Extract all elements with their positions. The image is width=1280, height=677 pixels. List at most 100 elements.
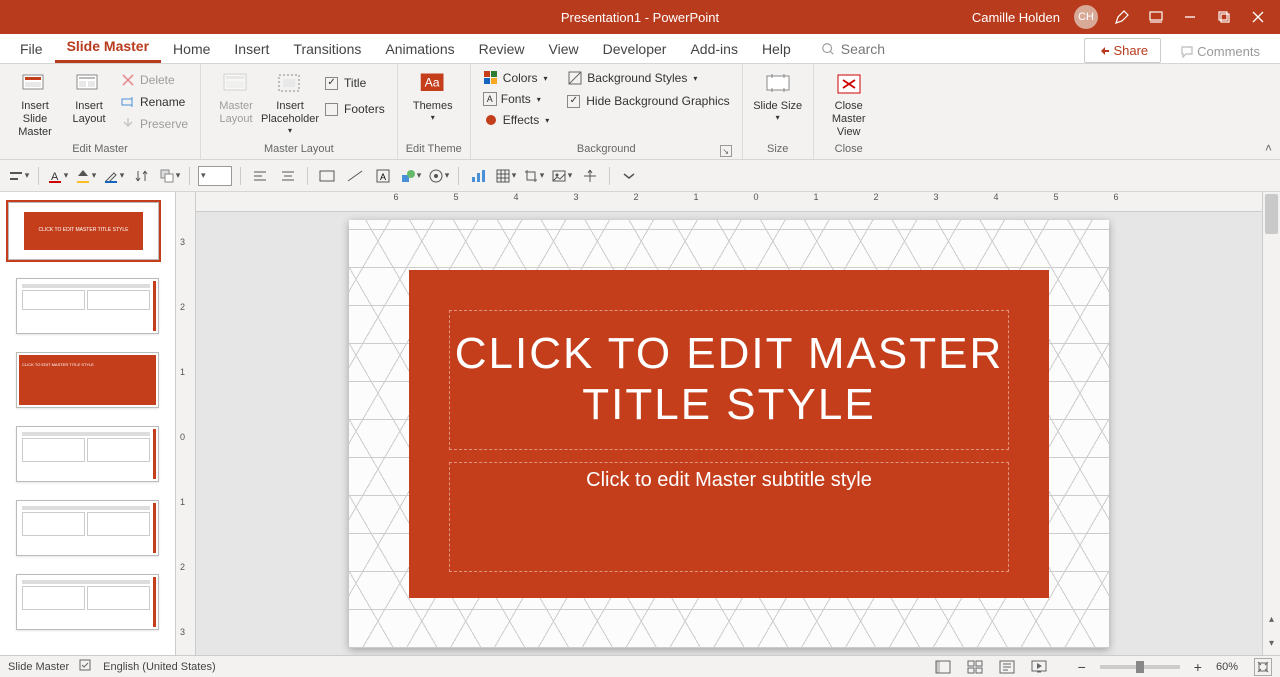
tab-transitions[interactable]: Transitions (281, 35, 373, 63)
tab-review[interactable]: Review (467, 35, 537, 63)
comments-button[interactable]: Comments (1169, 40, 1272, 63)
shapes-button[interactable] (400, 165, 422, 187)
zoom-in-button[interactable]: + (1194, 659, 1202, 675)
more-commands-button[interactable] (618, 165, 640, 187)
font-color-button[interactable]: A (47, 165, 69, 187)
title-placeholder[interactable]: Click to edit Master title style (449, 310, 1009, 450)
arrange-button[interactable] (159, 165, 181, 187)
slide-sorter-button[interactable] (964, 658, 986, 676)
slideshow-button[interactable] (1028, 658, 1050, 676)
minimize-button[interactable] (1180, 7, 1200, 27)
crop-button[interactable] (523, 165, 545, 187)
normal-view-button[interactable] (932, 658, 954, 676)
group-edit-theme: Aa Themes▾ Edit Theme (398, 64, 471, 159)
text-box-button[interactable]: A (372, 165, 394, 187)
align-left-button[interactable] (249, 165, 271, 187)
zoom-level[interactable]: 60% (1216, 661, 1238, 673)
background-styles-button[interactable]: Background Styles▾ (563, 68, 733, 88)
horizontal-ruler: 6 5 4 3 2 1 0 1 2 3 4 5 6 (196, 192, 1262, 212)
selection-pane-button[interactable] (579, 165, 601, 187)
vertical-scrollbar[interactable]: ▴ ▾ (1262, 192, 1280, 655)
scrollbar-thumb[interactable] (1265, 194, 1278, 234)
rename-button[interactable]: Rename (116, 92, 192, 112)
sort-button[interactable] (131, 165, 153, 187)
pen-icon[interactable] (1112, 7, 1132, 27)
line-shape-button[interactable] (344, 165, 366, 187)
zoom-slider[interactable] (1100, 665, 1180, 669)
tab-insert[interactable]: Insert (222, 35, 281, 63)
table-button[interactable] (495, 165, 517, 187)
fit-to-window-button[interactable] (1254, 658, 1272, 676)
ribbon: Insert Slide Master Insert Layout Delete… (0, 64, 1280, 160)
next-slide-button[interactable]: ▾ (1263, 631, 1280, 655)
colors-button[interactable]: Colors▾ (479, 68, 553, 88)
picture-button[interactable] (551, 165, 573, 187)
layout-thumbnail-5[interactable] (16, 574, 159, 630)
smartart-button[interactable] (428, 165, 450, 187)
tell-me-search[interactable]: Search (817, 35, 889, 63)
share-button[interactable]: Share (1084, 38, 1161, 63)
quick-format-toolbar: A A (0, 160, 1280, 192)
themes-button[interactable]: Aa Themes▾ (406, 66, 460, 123)
zoom-knob[interactable] (1136, 661, 1144, 673)
maximize-button[interactable] (1214, 7, 1234, 27)
outline-color-button[interactable] (103, 165, 125, 187)
spellcheck-icon[interactable] (79, 658, 93, 675)
group-edit-master: Insert Slide Master Insert Layout Delete… (0, 64, 201, 159)
title-bar: Presentation1 - PowerPoint Camille Holde… (0, 0, 1280, 34)
status-bar: Slide Master English (United States) − +… (0, 655, 1280, 677)
background-dialog-launcher[interactable]: ↘ (720, 145, 732, 157)
layout-thumbnail-3[interactable] (16, 426, 159, 482)
group-label-close: Close (822, 141, 876, 159)
display-mode-icon[interactable] (1146, 7, 1166, 27)
tab-addins[interactable]: Add-ins (678, 35, 749, 63)
slide-master[interactable]: Click to edit Master title style Click t… (349, 220, 1109, 648)
close-button[interactable] (1248, 7, 1268, 27)
layout-thumbnail-1[interactable] (16, 278, 159, 334)
master-thumbnail[interactable]: CLICK TO EDIT MASTER TITLE STYLE (8, 202, 159, 260)
group-label-master-layout: Master Layout (209, 141, 389, 159)
hide-bg-checkbox[interactable]: Hide Background Graphics (563, 92, 733, 110)
group-close: Close Master View Close (814, 64, 884, 159)
footers-checkbox[interactable]: Footers (321, 100, 389, 118)
user-avatar[interactable]: CH (1074, 5, 1098, 29)
chart-button[interactable] (467, 165, 489, 187)
reading-view-button[interactable] (996, 658, 1018, 676)
tab-developer[interactable]: Developer (591, 35, 679, 63)
insert-placeholder-button[interactable]: Insert Placeholder▾ (263, 66, 317, 136)
work-area: CLICK TO EDIT MASTER TITLE STYLE CLICK T… (0, 192, 1280, 655)
zoom-out-button[interactable]: − (1078, 659, 1086, 675)
layout-thumbnail-4[interactable] (16, 500, 159, 556)
tab-slide-master[interactable]: Slide Master (55, 32, 161, 63)
theme-color-swatch[interactable] (198, 166, 232, 186)
user-name[interactable]: Camille Holden (972, 10, 1060, 25)
group-label-background: Background (577, 143, 636, 155)
layout-thumbnail-2[interactable]: CLICK TO EDIT MASTER TITLE STYLE (16, 352, 159, 408)
align-objects-button[interactable] (8, 165, 30, 187)
close-master-view-button[interactable]: Close Master View (822, 66, 876, 140)
prev-slide-button[interactable]: ▴ (1263, 607, 1280, 631)
subtitle-placeholder[interactable]: Click to edit Master subtitle style (449, 462, 1009, 572)
thumbnail-pane[interactable]: CLICK TO EDIT MASTER TITLE STYLE CLICK T… (0, 192, 176, 655)
insert-layout-button[interactable]: Insert Layout (62, 66, 116, 126)
insert-slide-master-button[interactable]: Insert Slide Master (8, 66, 62, 140)
group-label-size: Size (751, 141, 805, 159)
tab-home[interactable]: Home (161, 35, 222, 63)
subtitle-placeholder-text: Click to edit Master subtitle style (586, 469, 872, 491)
tab-view[interactable]: View (537, 35, 591, 63)
rectangle-shape-button[interactable] (316, 165, 338, 187)
tab-file[interactable]: File (8, 35, 55, 63)
align-center-button[interactable] (277, 165, 299, 187)
comments-label: Comments (1197, 44, 1260, 59)
title-checkbox[interactable]: Title (321, 74, 389, 92)
group-size: Slide Size▾ Size (743, 64, 814, 159)
effects-button[interactable]: Effects▾ (479, 110, 553, 130)
tab-animations[interactable]: Animations (373, 35, 466, 63)
status-language[interactable]: English (United States) (103, 661, 216, 673)
slide-size-button[interactable]: Slide Size▾ (751, 66, 805, 123)
fill-color-button[interactable] (75, 165, 97, 187)
tab-help[interactable]: Help (750, 35, 803, 63)
fonts-button[interactable]: AFonts▾ (479, 90, 553, 108)
slide-canvas[interactable]: Click to edit Master title style Click t… (196, 212, 1262, 655)
collapse-ribbon-icon[interactable]: ˄ (1265, 141, 1272, 155)
